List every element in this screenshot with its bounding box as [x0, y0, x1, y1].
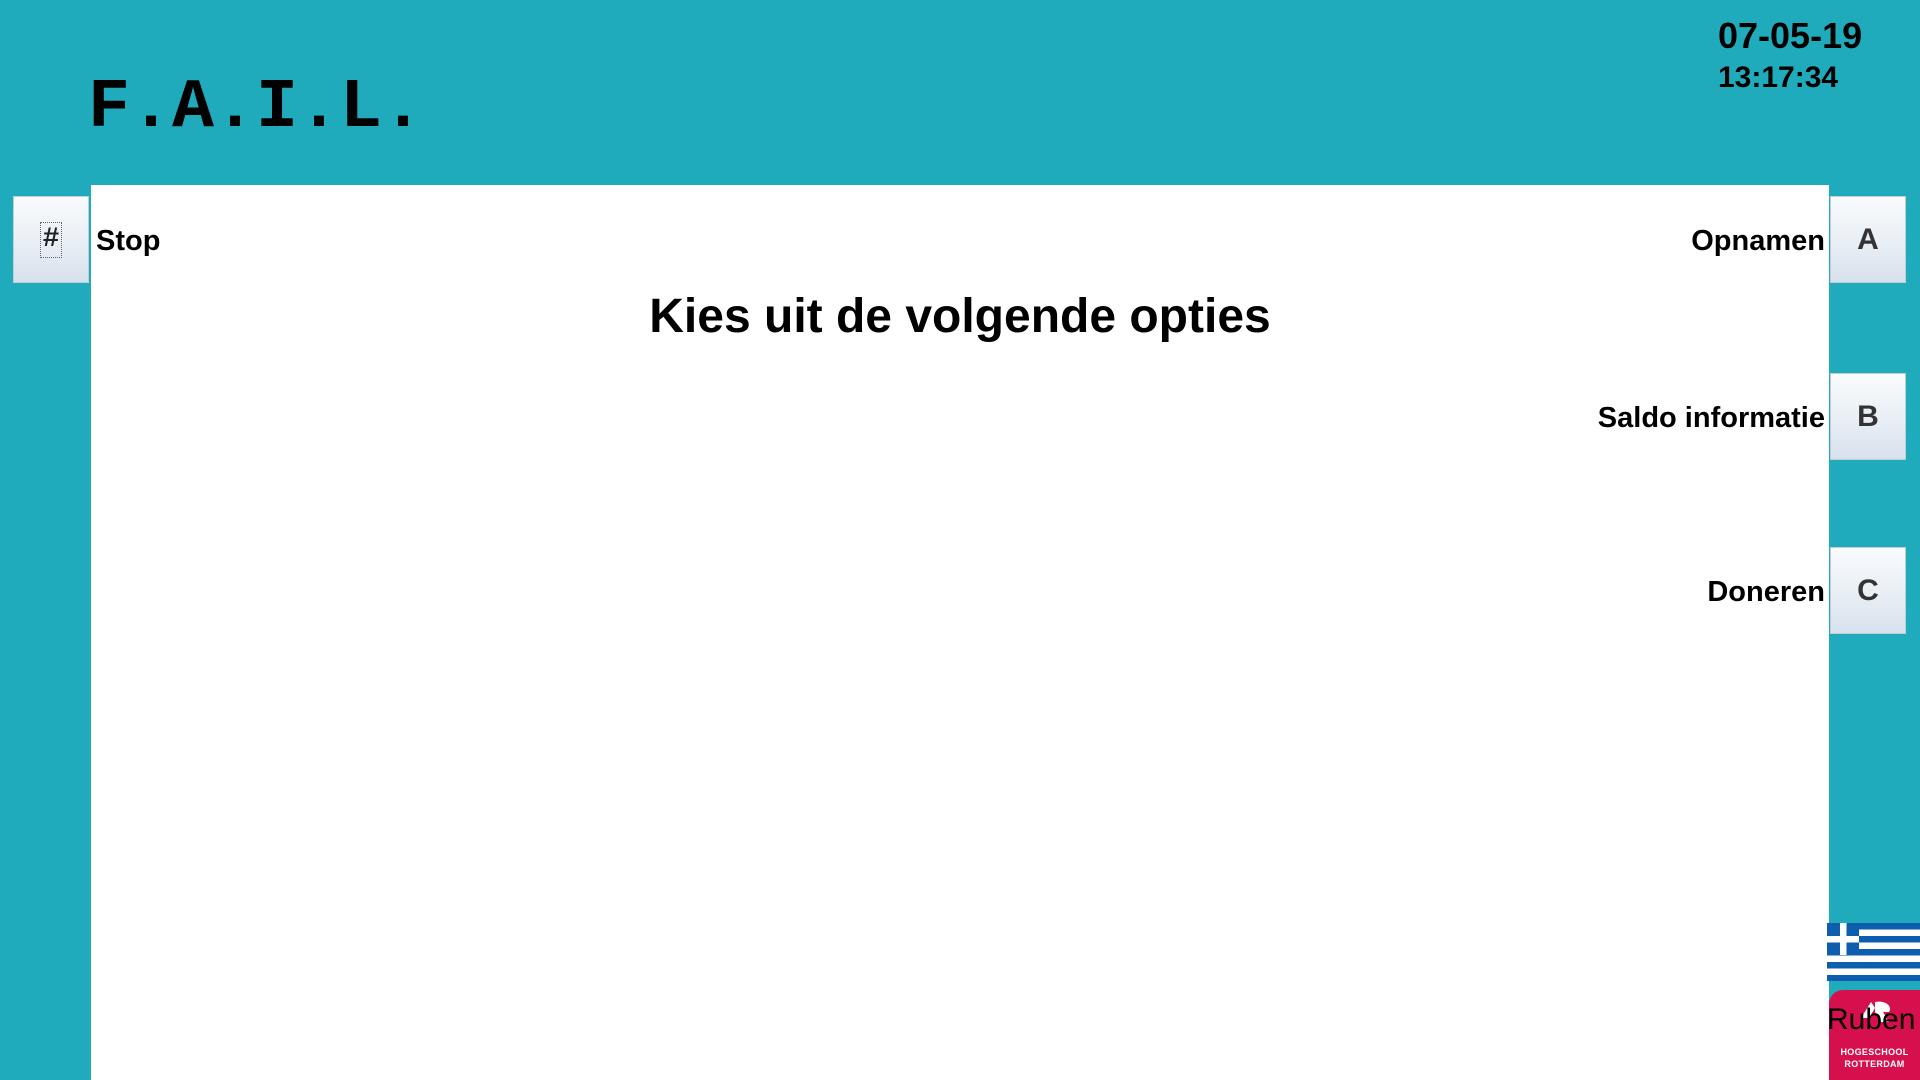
stop-option-label[interactable]: Stop — [96, 224, 160, 258]
key-b-button[interactable]: B — [1830, 373, 1906, 460]
atm-screen: F.A.I.L. 07-05-19 13:17:34 Kies uit de v… — [0, 0, 1920, 1080]
key-c-label: C — [1857, 573, 1879, 607]
greek-flag-icon[interactable] — [1827, 923, 1920, 981]
donate-option-label[interactable]: Doneren — [1707, 575, 1825, 609]
stop-key-button[interactable]: # — [13, 196, 89, 283]
key-c-button[interactable]: C — [1830, 547, 1906, 634]
date-display: 07-05-19 — [1718, 15, 1863, 56]
app-logo: F.A.I.L. — [88, 69, 425, 148]
key-a-label: A — [1857, 222, 1879, 256]
hash-key-label: # — [39, 221, 63, 258]
user-name: Ruben — [1827, 1003, 1916, 1036]
key-a-button[interactable]: A — [1830, 196, 1906, 283]
school-name-line1: HOGESCHOOL — [1840, 1047, 1909, 1057]
balance-option-label[interactable]: Saldo informatie — [1598, 401, 1825, 435]
withdraw-option-label[interactable]: Opnamen — [1691, 224, 1825, 258]
page-title: Kies uit de volgende opties — [649, 290, 1271, 343]
key-b-label: B — [1857, 399, 1879, 433]
school-name-line2: ROTTERDAM — [1844, 1059, 1905, 1069]
time-display: 13:17:34 — [1718, 61, 1839, 94]
